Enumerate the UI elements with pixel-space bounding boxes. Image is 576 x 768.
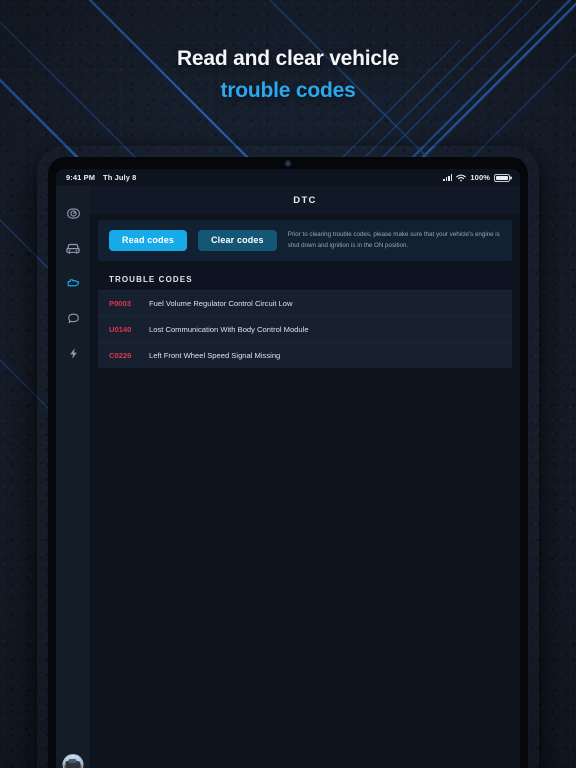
cellular-signal-icon	[443, 174, 453, 181]
table-row[interactable]: U0140 Lost Communication With Body Contr…	[98, 315, 512, 342]
trouble-codes-title: TROUBLE CODES	[109, 274, 193, 284]
main-panel: DTC Read codes Clear codes Prior to clea…	[90, 186, 520, 768]
trouble-codes-panel: TROUBLE CODES P0003 Fuel Volume Regulato…	[98, 267, 512, 368]
empty-area	[98, 367, 512, 768]
headline-line-1: Read and clear vehicle	[176, 47, 400, 70]
sidebar-nav	[56, 186, 90, 768]
table-row[interactable]: P0003 Fuel Volume Regulator Control Circ…	[98, 289, 512, 316]
tablet-bezel: 9:41 PM Th July 8 100% DTC Read codes Cl…	[48, 157, 528, 768]
read-codes-button[interactable]: Read codes	[109, 229, 188, 251]
tablet-device: 9:41 PM Th July 8 100% DTC Read codes Cl…	[37, 146, 539, 768]
sidebar-item-dashboard[interactable]	[60, 200, 86, 226]
engine-icon	[67, 279, 80, 287]
table-row[interactable]: C0226 Left Front Wheel Speed Signal Miss…	[98, 341, 512, 368]
status-bar: 9:41 PM Th July 8 100%	[56, 169, 520, 186]
actions-card: Read codes Clear codes Prior to clearing…	[98, 220, 512, 261]
code-description: Left Front Wheel Speed Signal Missing	[149, 350, 281, 360]
chat-bubble-icon	[67, 313, 79, 323]
hint-line-1: Prior to clearing trouble codes, please …	[287, 231, 448, 238]
battery-icon	[494, 173, 510, 182]
status-date: Th July 8	[103, 173, 137, 182]
car-front-icon	[66, 243, 80, 255]
sidebar-item-vehicle[interactable]	[60, 235, 86, 261]
promo-background: Read and clear vehicle trouble codes 9:4…	[0, 0, 576, 768]
code-id: U0140	[109, 324, 132, 334]
lightning-bolt-icon	[69, 347, 77, 359]
clear-codes-hint: Prior to clearing trouble codes, please …	[288, 229, 501, 252]
gauge-icon	[66, 207, 80, 219]
app-topbar: DTC	[90, 186, 520, 214]
status-time: 9:41 PM	[66, 173, 96, 182]
vehicle-avatar[interactable]	[62, 754, 84, 768]
code-id: P0003	[109, 298, 131, 308]
page-title: DTC	[293, 194, 317, 206]
code-description: Lost Communication With Body Control Mod…	[149, 324, 309, 334]
sidebar-item-performance[interactable]	[60, 340, 86, 366]
headline-line-2: trouble codes	[220, 79, 356, 102]
page-content: Read codes Clear codes Prior to clearing…	[90, 214, 520, 768]
promo-headline: Read and clear vehicle trouble codes	[0, 47, 576, 103]
battery-percent: 100%	[470, 173, 490, 182]
front-camera-icon	[285, 161, 291, 166]
clear-codes-button[interactable]: Clear codes	[198, 229, 277, 251]
code-description: Fuel Volume Regulator Control Circuit Lo…	[149, 298, 293, 308]
sidebar-item-diagnostics[interactable]	[60, 270, 86, 296]
code-id: C0226	[109, 350, 132, 360]
tablet-screen: 9:41 PM Th July 8 100% DTC Read codes Cl…	[56, 169, 520, 768]
sidebar-item-messages[interactable]	[60, 305, 86, 331]
app-body: DTC Read codes Clear codes Prior to clea…	[56, 186, 520, 768]
wifi-icon	[456, 174, 467, 181]
